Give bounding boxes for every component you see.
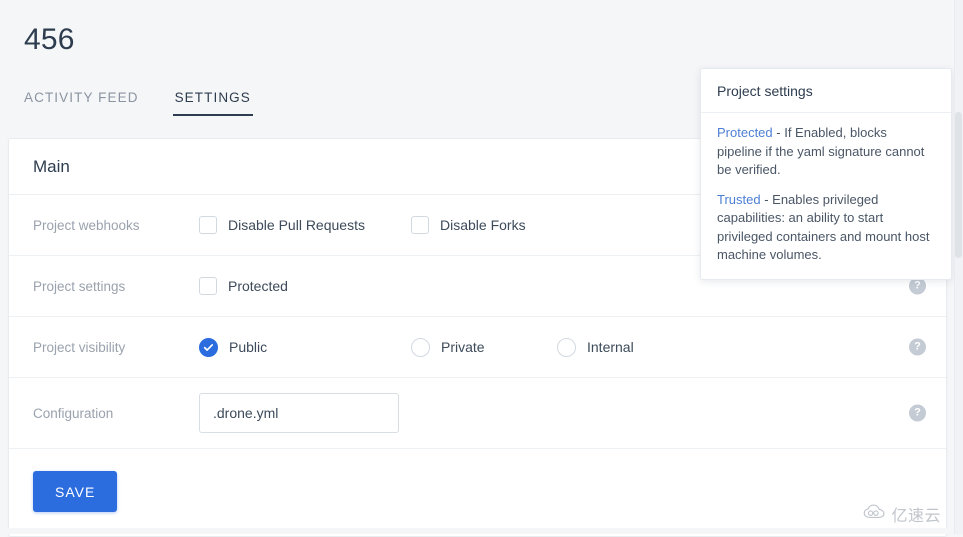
row-label-configuration: Configuration [33, 405, 114, 421]
page-bottom-edge [0, 528, 963, 534]
vertical-scrollbar-thumb[interactable] [955, 112, 962, 258]
checkbox-disable-pull-requests-label: Disable Pull Requests [228, 217, 365, 233]
tab-activity-feed-label: ACTIVITY FEED [24, 90, 139, 105]
tooltip-paragraph-protected: Protected - If Enabled, blocks pipeline … [717, 124, 935, 180]
cloud-icon [863, 504, 886, 524]
question-mark-icon[interactable]: ? [909, 404, 926, 422]
watermark-text: 亿速云 [891, 508, 941, 525]
radio-unchecked-icon [557, 337, 576, 357]
checkbox-protected-label: Protected [228, 278, 288, 294]
checkbox-disable-pull-requests[interactable]: Disable Pull Requests [199, 216, 405, 234]
row-controls-configuration [199, 393, 922, 433]
question-mark-icon[interactable]: ? [909, 338, 926, 356]
tab-settings-label: SETTINGS [174, 90, 251, 105]
row-label-project-visibility: Project visibility [33, 339, 126, 355]
row-label-project-webhooks: Project webhooks [33, 217, 140, 233]
watermark: 亿速云 [863, 502, 941, 526]
tooltip-body: Protected - If Enabled, blocks pipeline … [701, 113, 951, 279]
checkbox-disable-forks[interactable]: Disable Forks [411, 216, 526, 234]
tooltip-term-trusted: Trusted [717, 191, 761, 207]
tooltip-term-protected: Protected [717, 125, 773, 140]
checkbox-box-icon [411, 216, 429, 234]
card-header-title: Main [33, 156, 70, 176]
checkbox-box-icon [199, 277, 217, 295]
save-button[interactable]: SAVE [33, 471, 118, 512]
save-row: SAVE [9, 449, 946, 536]
checkbox-disable-forks-label: Disable Forks [440, 217, 526, 233]
page-title: 456 [24, 23, 75, 56]
vertical-scrollbar-track[interactable] [954, 0, 963, 534]
form-row-configuration: Configuration ? [9, 378, 946, 449]
question-mark-icon[interactable]: ? [909, 277, 926, 295]
checkbox-box-icon [199, 216, 217, 234]
form-row-project-visibility: Project visibility Public Private Intern… [9, 317, 946, 378]
configuration-input[interactable] [199, 393, 399, 433]
radio-private-label: Private [441, 339, 485, 355]
radio-public-label: Public [229, 339, 268, 355]
row-controls-project-settings: Protected [199, 277, 922, 295]
row-label-project-settings: Project settings [33, 278, 126, 294]
row-controls-project-visibility: Public Private Internal [199, 337, 922, 357]
radio-checked-icon [199, 337, 218, 357]
tooltip-title: Project settings [701, 69, 951, 113]
radio-internal[interactable]: Internal [557, 337, 634, 357]
tab-activity-feed[interactable]: ACTIVITY FEED [22, 90, 141, 116]
radio-unchecked-icon [411, 337, 430, 357]
tooltip-paragraph-trusted: Trusted - Enables privileged capabilitie… [717, 191, 935, 265]
radio-internal-label: Internal [587, 339, 634, 355]
tab-settings[interactable]: SETTINGS [172, 90, 253, 116]
radio-public[interactable]: Public [199, 337, 405, 357]
radio-private[interactable]: Private [411, 337, 551, 357]
project-settings-tooltip: Project settings Protected - If Enabled,… [700, 68, 952, 280]
checkbox-protected[interactable]: Protected [199, 277, 288, 295]
